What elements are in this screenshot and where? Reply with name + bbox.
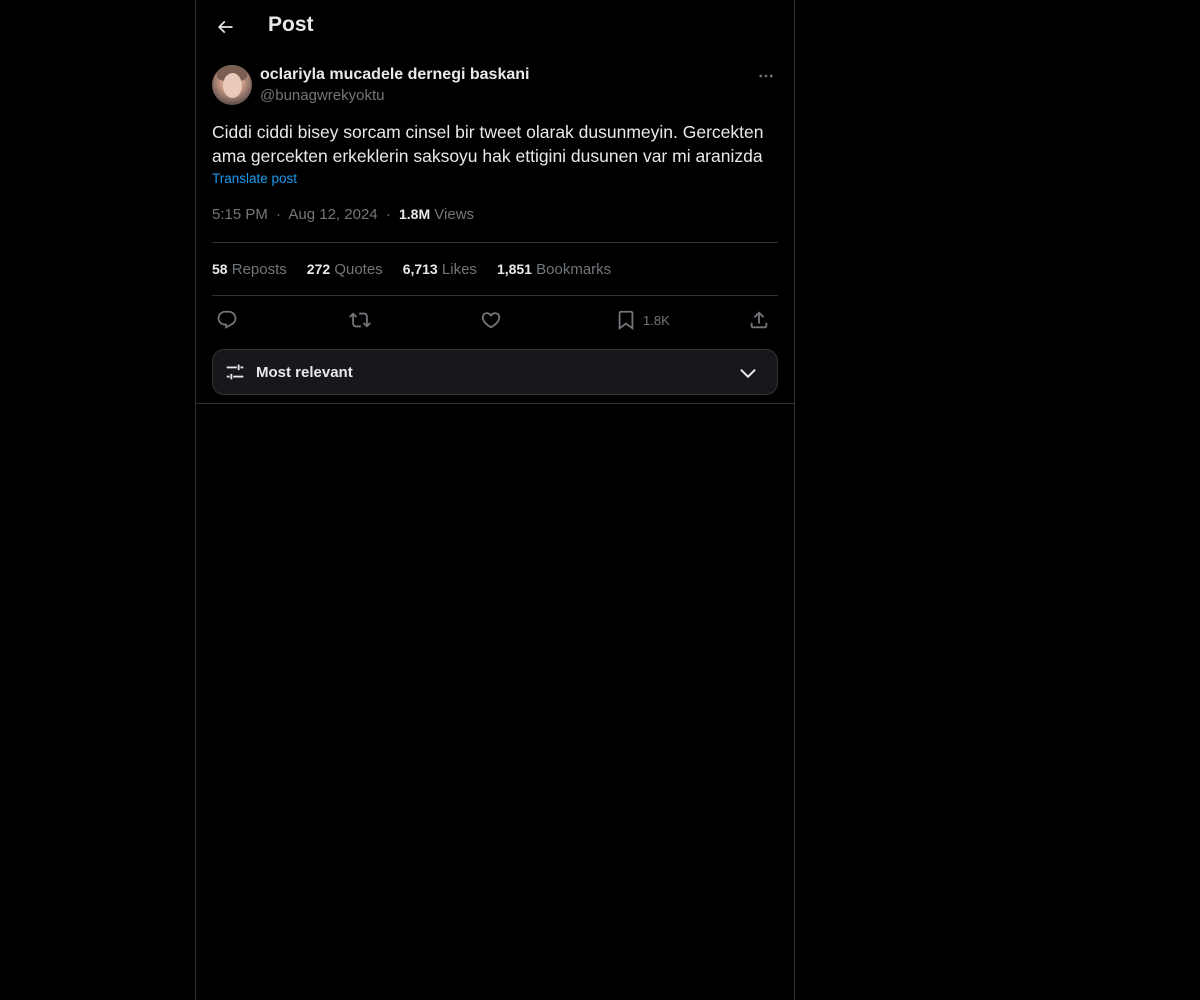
page-header: Post (196, 0, 794, 54)
bookmark-count: 1.8K (643, 312, 670, 328)
likes-count: 6,713 (402, 260, 438, 277)
views-label: Views (434, 206, 475, 223)
repost-icon (349, 309, 371, 331)
bookmarks-stat[interactable]: 1,851 Bookmarks (497, 261, 611, 278)
back-button[interactable] (208, 10, 242, 44)
sliders-icon (224, 361, 246, 383)
meta-separator: · (276, 206, 282, 223)
author-name[interactable]: oclariyla mucadele dernegi baskani (260, 66, 529, 84)
avatar[interactable] (212, 65, 252, 105)
reposts-count: 58 (212, 260, 228, 277)
reply-button[interactable] (216, 306, 238, 334)
post-meta: 5:15 PM · Aug 12, 2024 · 1.8M Views (212, 206, 778, 226)
quotes-label: Quotes (334, 260, 383, 278)
engagement-stats: 58 Reposts 272 Quotes 6,713 Likes 1,851 … (212, 243, 778, 295)
reposts-label: Reposts (231, 260, 287, 278)
author-row: oclariyla mucadele dernegi baskani @buna… (212, 64, 778, 108)
more-horizontal-icon (757, 67, 775, 85)
divider (196, 403, 794, 404)
post-time[interactable]: 5:15 PM (212, 206, 268, 223)
post-text: Ciddi ciddi bisey sorcam cinsel bir twee… (212, 122, 764, 166)
meta-separator: · (385, 206, 391, 223)
like-button[interactable] (480, 306, 502, 334)
share-icon (748, 309, 770, 331)
more-options-button[interactable] (754, 64, 778, 88)
reply-icon (216, 309, 238, 331)
repost-button[interactable] (349, 306, 371, 334)
bookmarks-count: 1,851 (496, 260, 532, 277)
views-count: 1.8M (398, 206, 431, 222)
quotes-count: 272 (306, 260, 331, 277)
page-title: Post (268, 13, 314, 36)
share-button[interactable] (748, 306, 770, 334)
reply-sort-dropdown[interactable]: Most relevant (212, 349, 778, 395)
bookmark-button[interactable]: 1.8K (615, 306, 670, 334)
author-handle[interactable]: @bunagwrekyoktu (260, 87, 384, 104)
heart-icon (480, 309, 502, 331)
likes-label: Likes (441, 260, 477, 278)
post: oclariyla mucadele dernegi baskani @buna… (212, 64, 778, 346)
bookmark-icon (615, 309, 637, 331)
translate-post-link[interactable]: Translate post (212, 171, 297, 186)
action-bar: 1.8K (212, 296, 778, 346)
arrow-left-icon (215, 17, 235, 37)
chevron-down-icon (737, 363, 759, 383)
post-detail-column: Post oclariyla mucadele dernegi baskani … (195, 0, 795, 1000)
reposts-stat[interactable]: 58 Reposts (212, 261, 287, 278)
sort-label: Most relevant (256, 364, 353, 381)
post-date[interactable]: Aug 12, 2024 (288, 206, 377, 223)
likes-stat[interactable]: 6,713 Likes (403, 261, 477, 278)
quotes-stat[interactable]: 272 Quotes (307, 261, 383, 278)
bookmarks-label: Bookmarks (536, 260, 612, 278)
